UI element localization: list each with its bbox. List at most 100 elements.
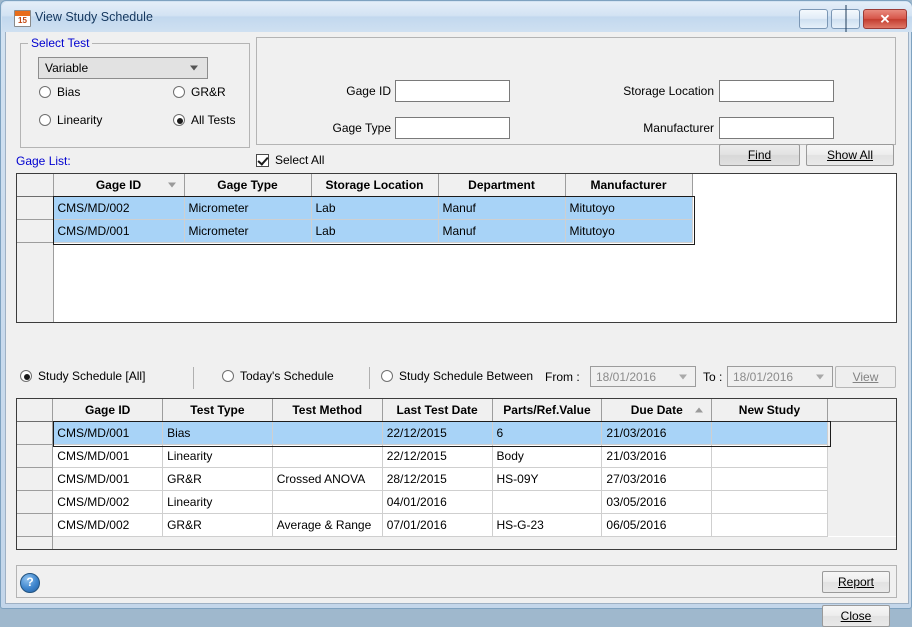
cell-storage-location: Lab xyxy=(311,219,439,243)
schedule-grid[interactable]: Gage ID Test Type Test Method Last Test … xyxy=(16,398,897,550)
cell-test-type: Bias xyxy=(162,421,273,445)
cell-due-date: 06/05/2016 xyxy=(601,513,713,537)
gage-list-col-gage-id[interactable]: Gage ID xyxy=(53,174,185,197)
cell-new-study xyxy=(711,467,828,491)
cell-test-method xyxy=(272,490,383,514)
radio-linearity[interactable]: Linearity xyxy=(39,113,129,129)
schedule-col-gage-id[interactable]: Gage ID xyxy=(52,399,164,422)
table-row[interactable]: CMS/MD/001 Bias 22/12/2015 6 21/03/2016 xyxy=(17,421,896,445)
cell-last-test-date: 07/01/2016 xyxy=(382,513,493,537)
gage-list-grid[interactable]: Gage ID Gage Type Storage Location Depar… xyxy=(16,173,897,323)
schedule-table-body: CMS/MD/001 Bias 22/12/2015 6 21/03/2016 … xyxy=(17,421,896,549)
schedule-corner-cell[interactable] xyxy=(17,399,54,422)
cell-due-date: 03/05/2016 xyxy=(601,490,713,514)
view-button[interactable]: View xyxy=(835,366,896,388)
row-selector[interactable] xyxy=(17,444,54,468)
cell-due-date: 21/03/2016 xyxy=(601,444,713,468)
chevron-down-icon xyxy=(190,65,198,71)
help-icon[interactable]: ? xyxy=(20,573,40,593)
to-date-picker[interactable]: 18/01/2016 xyxy=(727,366,833,387)
gage-list-label: Gage List: xyxy=(16,154,71,168)
cell-department: Manuf xyxy=(438,196,566,220)
radio-linearity-label: Linearity xyxy=(57,113,103,127)
schedule-col-test-method[interactable]: Test Method xyxy=(272,399,383,422)
row-selector[interactable] xyxy=(17,219,54,243)
table-row[interactable]: CMS/MD/001 Micrometer Lab Manuf Mitutoyo xyxy=(17,219,896,243)
schedule-header-row: Gage ID Test Type Test Method Last Test … xyxy=(17,399,896,422)
radio-todays-schedule[interactable]: Today's Schedule xyxy=(222,369,362,385)
close-button[interactable]: Close xyxy=(822,605,890,627)
radio-all-tests[interactable]: All Tests xyxy=(173,113,258,129)
row-selector[interactable] xyxy=(17,196,54,220)
row-selector[interactable] xyxy=(17,467,54,491)
select-test-legend: Select Test xyxy=(28,36,93,50)
gage-type-input[interactable] xyxy=(395,117,510,139)
title-bar: 15 View Study Schedule ✕ xyxy=(2,2,912,32)
close-window-button[interactable]: ✕ xyxy=(863,9,907,29)
row-selector[interactable] xyxy=(17,421,54,445)
show-all-button[interactable]: Show All xyxy=(806,144,894,166)
cell-parts-ref-value: Body xyxy=(492,444,603,468)
cell-gage-id: CMS/MD/002 xyxy=(52,513,164,537)
gage-list-col-gage-type[interactable]: Gage Type xyxy=(184,174,312,197)
radio-study-schedule-between[interactable]: Study Schedule Between xyxy=(381,369,541,385)
schedule-col-parts-ref-value[interactable]: Parts/Ref.Value xyxy=(492,399,603,422)
report-button[interactable]: Report xyxy=(822,571,890,593)
radio-todays-schedule-indicator xyxy=(222,370,234,382)
view-button-label: View xyxy=(852,370,879,384)
manufacturer-label: Manufacturer xyxy=(643,121,714,135)
gage-list-corner-cell[interactable] xyxy=(17,174,54,197)
manufacturer-input[interactable] xyxy=(719,117,834,139)
empty-row-selector xyxy=(17,242,54,322)
radio-study-schedule-all[interactable]: Study Schedule [All] xyxy=(20,369,195,385)
radio-bias-label: Bias xyxy=(57,85,81,99)
gage-list-col-manufacturer[interactable]: Manufacturer xyxy=(565,174,693,197)
radio-bias-indicator xyxy=(39,86,51,98)
cell-filler xyxy=(827,490,896,513)
window-title: View Study Schedule xyxy=(35,10,153,24)
table-row[interactable]: CMS/MD/001 Linearity 22/12/2015 Body 21/… xyxy=(17,444,896,468)
client-area: Select Test Variable Bias GR&R Linearity… xyxy=(5,32,909,627)
show-all-button-label: Show All xyxy=(826,148,874,162)
find-button[interactable]: Find xyxy=(719,144,800,166)
schedule-col-due-date[interactable]: Due Date xyxy=(601,399,713,422)
maximize-button[interactable] xyxy=(831,5,860,32)
to-label: To : xyxy=(703,370,723,384)
table-row[interactable]: CMS/MD/002 Linearity 04/01/2016 03/05/20… xyxy=(17,490,896,514)
row-selector[interactable] xyxy=(17,490,54,514)
storage-location-input[interactable] xyxy=(719,80,834,102)
application-window: 15 View Study Schedule ✕ Select Test Var… xyxy=(0,0,912,627)
gage-id-input[interactable] xyxy=(395,80,510,102)
schedule-col-new-study[interactable]: New Study xyxy=(711,399,828,422)
table-row[interactable]: CMS/MD/002 Micrometer Lab Manuf Mitutoyo xyxy=(17,196,896,220)
cell-parts-ref-value: HS-09Y xyxy=(492,467,603,491)
footer-panel xyxy=(16,565,897,598)
row-selector[interactable] xyxy=(17,513,54,537)
cell-gage-id: CMS/MD/001 xyxy=(52,467,164,491)
schedule-col-last-test-date[interactable]: Last Test Date xyxy=(382,399,493,422)
cell-parts-ref-value: HS-G-23 xyxy=(492,513,603,537)
radio-grr[interactable]: GR&R xyxy=(173,85,253,101)
filter-separator-2 xyxy=(369,367,370,389)
radio-all-tests-label: All Tests xyxy=(191,113,236,127)
empty-area xyxy=(52,536,896,549)
test-type-combo[interactable]: Variable xyxy=(38,57,208,79)
select-all-checkbox[interactable]: Select All xyxy=(256,153,346,169)
cell-manufacturer: Mitutoyo xyxy=(565,196,693,220)
cell-test-type: Linearity xyxy=(162,490,273,514)
schedule-table: Gage ID Test Type Test Method Last Test … xyxy=(17,399,896,549)
gage-list-col-department[interactable]: Department xyxy=(438,174,566,197)
gage-id-label: Gage ID xyxy=(346,84,391,98)
table-row[interactable]: CMS/MD/002 GR&R Average & Range 07/01/20… xyxy=(17,513,896,537)
from-date-picker[interactable]: 18/01/2016 xyxy=(590,366,696,387)
radio-bias[interactable]: Bias xyxy=(39,85,129,101)
schedule-col-test-type[interactable]: Test Type xyxy=(162,399,273,422)
cell-parts-ref-value: 6 xyxy=(492,421,603,445)
minimize-button[interactable] xyxy=(799,9,828,29)
table-row[interactable]: CMS/MD/001 GR&R Crossed ANOVA 28/12/2015… xyxy=(17,467,896,491)
cell-new-study xyxy=(711,513,828,537)
chevron-down-icon xyxy=(816,374,824,379)
close-icon: ✕ xyxy=(879,11,891,27)
gage-list-col-storage-location[interactable]: Storage Location xyxy=(311,174,439,197)
maximize-icon xyxy=(845,5,846,32)
